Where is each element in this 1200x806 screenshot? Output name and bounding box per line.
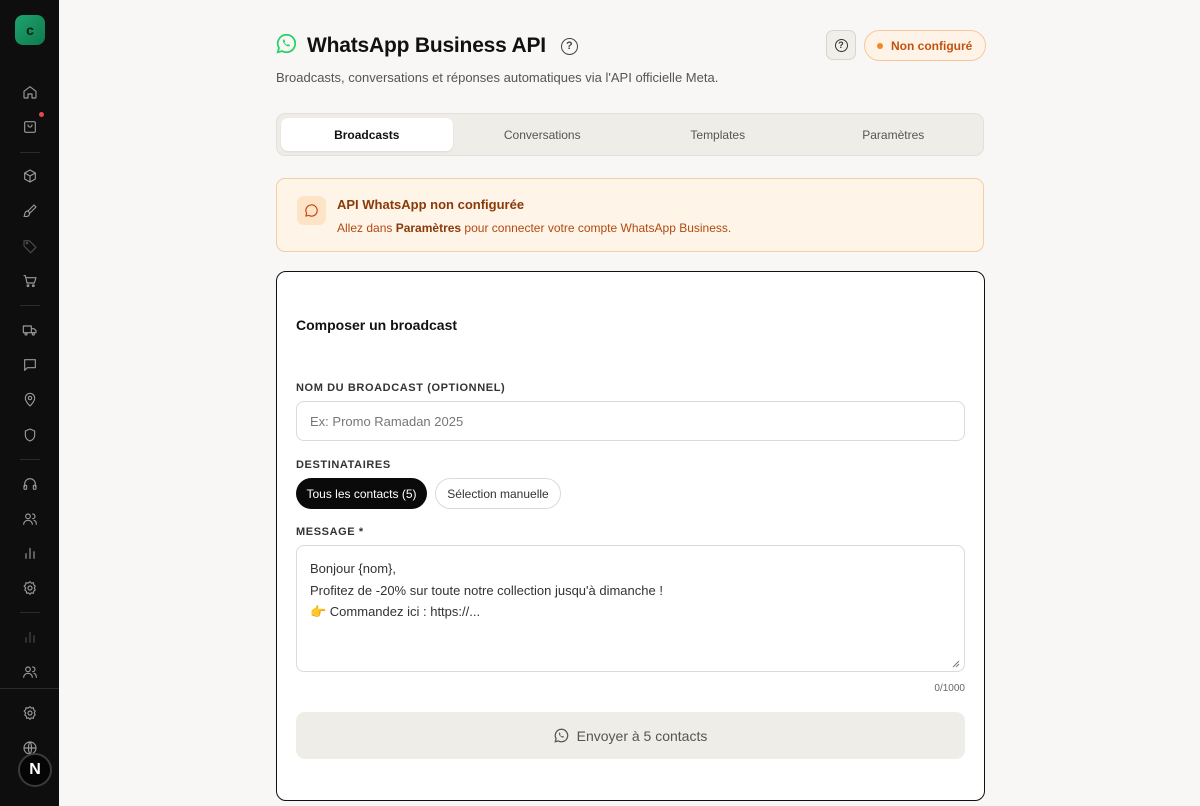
help-circle-icon[interactable]: ? bbox=[560, 37, 578, 55]
alert-settings-link[interactable]: Paramètres bbox=[396, 221, 461, 235]
character-counter: 0/1000 bbox=[934, 683, 965, 694]
message-label: MESSAGE * bbox=[296, 526, 364, 538]
whatsapp-icon bbox=[276, 33, 297, 59]
headphones-icon[interactable] bbox=[20, 474, 40, 494]
box-icon[interactable] bbox=[20, 166, 40, 186]
sidebar-divider bbox=[20, 152, 40, 153]
sidebar-divider bbox=[20, 459, 40, 460]
alert-text-prefix: Allez dans bbox=[337, 221, 396, 235]
tab-broadcasts[interactable]: Broadcasts bbox=[281, 118, 453, 151]
users-icon[interactable] bbox=[20, 509, 40, 529]
sidebar-divider bbox=[20, 305, 40, 306]
message-line: Bonjour {nom}, bbox=[310, 561, 397, 576]
page-header: WhatsApp Business API ? bbox=[276, 33, 578, 59]
shopping-bag-icon[interactable] bbox=[20, 117, 40, 137]
message-line: Profitez de -20% sur toute notre collect… bbox=[310, 582, 663, 598]
message-line: 👉 Commandez ici : https://... bbox=[310, 604, 481, 619]
users-icon[interactable] bbox=[20, 662, 40, 682]
notification-dot bbox=[39, 112, 44, 117]
alert-text: Allez dans Paramètres pour connecter vot… bbox=[337, 221, 731, 235]
recipients-label: DESTINATAIRES bbox=[296, 459, 391, 471]
message-textarea[interactable]: Bonjour {nom}, Profitez de -20% sur tout… bbox=[296, 545, 965, 672]
alert-text-suffix: pour connecter votre compte WhatsApp Bus… bbox=[461, 221, 732, 235]
help-button[interactable]: ? bbox=[826, 30, 856, 60]
tab-bar: Broadcasts Conversations Templates Param… bbox=[276, 113, 984, 156]
tab-templates[interactable]: Templates bbox=[632, 118, 804, 151]
sidebar-divider bbox=[0, 688, 59, 689]
composer-title: Composer un broadcast bbox=[296, 317, 458, 333]
broadcast-composer-card: Composer un broadcast NOM DU BROADCAST (… bbox=[276, 271, 985, 801]
page-title: WhatsApp Business API bbox=[307, 34, 546, 57]
bar-chart-icon[interactable] bbox=[20, 627, 40, 647]
brush-icon[interactable] bbox=[20, 201, 40, 221]
home-icon[interactable] bbox=[20, 82, 40, 102]
tab-conversations[interactable]: Conversations bbox=[457, 118, 629, 151]
message-circle-icon bbox=[297, 196, 326, 225]
tag-icon[interactable] bbox=[20, 236, 40, 256]
sidebar-divider bbox=[20, 612, 40, 613]
status-dot bbox=[877, 42, 883, 49]
broadcast-name-input[interactable] bbox=[296, 401, 965, 441]
gear-icon[interactable] bbox=[20, 578, 40, 598]
sidebar: c N bbox=[0, 0, 59, 806]
tab-parametres[interactable]: Paramètres bbox=[808, 118, 980, 151]
message-icon[interactable] bbox=[20, 355, 40, 375]
truck-icon[interactable] bbox=[20, 320, 40, 340]
shield-icon[interactable] bbox=[20, 425, 40, 445]
map-pin-icon[interactable] bbox=[20, 390, 40, 410]
cart-icon[interactable] bbox=[20, 271, 40, 291]
bar-chart-icon[interactable] bbox=[20, 543, 40, 563]
whatsapp-icon bbox=[553, 728, 568, 743]
gear-icon[interactable] bbox=[20, 703, 40, 723]
status-badge: Non configuré bbox=[864, 30, 987, 61]
manual-selection-chip[interactable]: Sélection manuelle bbox=[435, 478, 561, 509]
help-circle-icon: ? bbox=[834, 38, 848, 52]
all-contacts-chip[interactable]: Tous les contacts (5) bbox=[296, 478, 427, 509]
broadcast-name-label: NOM DU BROADCAST (OPTIONNEL) bbox=[296, 382, 506, 394]
send-broadcast-button[interactable]: Envoyer à 5 contacts bbox=[296, 712, 965, 759]
user-avatar[interactable]: N bbox=[18, 753, 52, 787]
alert-title: API WhatsApp non configurée bbox=[337, 197, 525, 212]
resize-grip-icon[interactable] bbox=[952, 660, 960, 668]
status-label: Non configuré bbox=[891, 38, 973, 53]
app-logo[interactable]: c bbox=[15, 15, 45, 45]
send-button-label: Envoyer à 5 contacts bbox=[576, 727, 708, 744]
page-subtitle: Broadcasts, conversations et réponses au… bbox=[276, 70, 719, 85]
config-warning-alert: API WhatsApp non configurée Allez dans P… bbox=[276, 178, 984, 252]
